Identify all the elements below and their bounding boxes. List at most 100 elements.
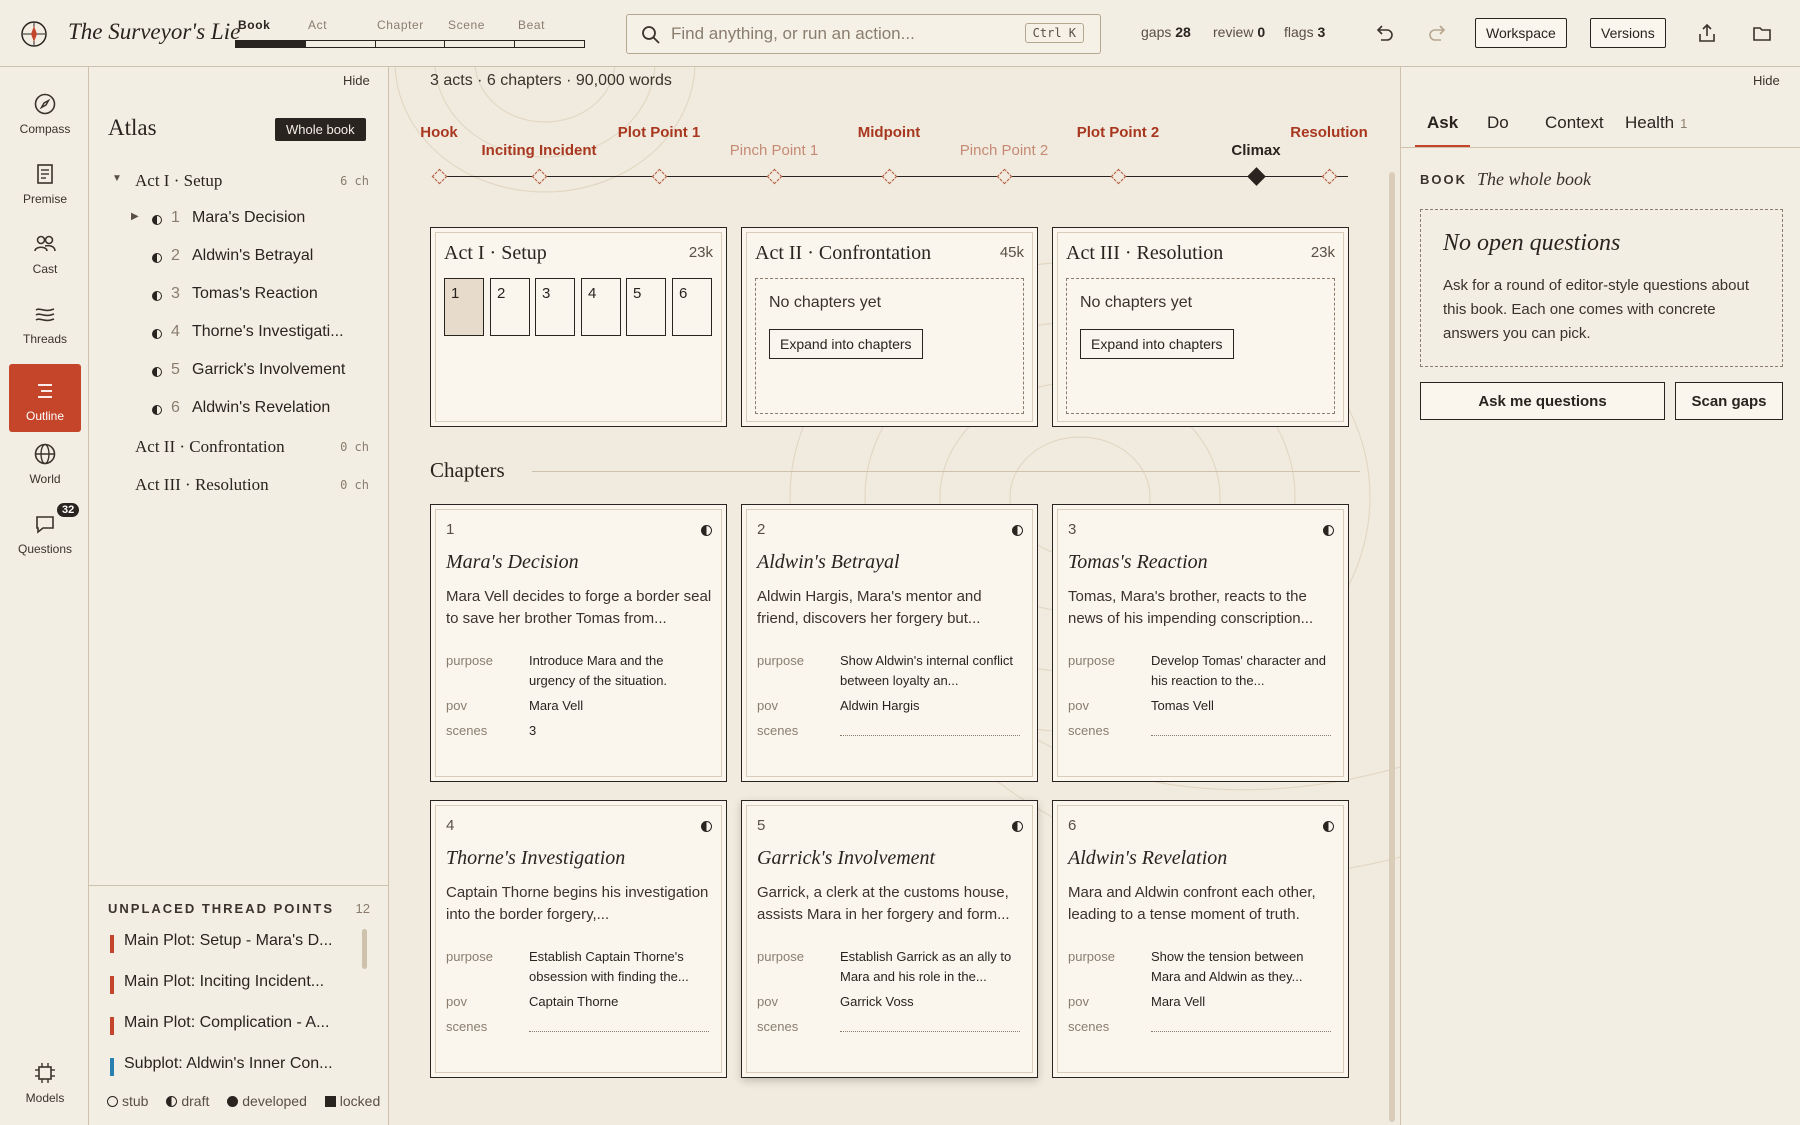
scenes-label: scenes — [446, 1019, 488, 1034]
chapter-chip[interactable]: 5 — [626, 278, 666, 336]
chapter-card-6[interactable]: 6 Aldwin's Revelation Mara and Aldwin conf… — [1052, 800, 1349, 1078]
draft-status-icon[interactable] — [701, 821, 712, 832]
rail-item-premise[interactable]: Premise — [9, 147, 81, 215]
divider — [532, 471, 1360, 472]
scenes-empty-placeholder[interactable] — [840, 1031, 1020, 1032]
tab-health[interactable]: Health 1 — [1625, 113, 1687, 133]
share-icon[interactable] — [1696, 22, 1718, 44]
tree-chapter-6[interactable]: 6 Aldwin's Revelation — [89, 393, 389, 425]
purpose-label: purpose — [446, 653, 493, 668]
hide-atlas-button[interactable]: Hide — [343, 73, 370, 88]
draft-status-icon[interactable] — [1012, 525, 1023, 536]
gaps-stat[interactable]: gaps 28 — [1141, 24, 1191, 40]
beat-label-hook[interactable]: Hook — [420, 124, 458, 141]
act-card-1[interactable]: Act I · Setup 23k 1 2 3 4 5 6 — [430, 227, 727, 427]
search-input[interactable] — [671, 22, 1011, 46]
thread-point[interactable]: Main Plot: Complication - A... — [110, 1014, 360, 1040]
expand-into-chapters-button[interactable]: Expand into chapters — [1080, 329, 1234, 359]
stub-status-icon — [107, 1096, 118, 1107]
tree-act-1[interactable]: ▼ Act I · Setup 6 ch — [89, 165, 389, 197]
beat-label-plot-point-2[interactable]: Plot Point 2 — [1077, 124, 1160, 141]
scan-gaps-button[interactable]: Scan gaps — [1675, 382, 1783, 420]
draft-status-icon[interactable] — [1012, 821, 1023, 832]
hide-panel-button[interactable]: Hide — [1753, 73, 1780, 88]
chapter-chip[interactable]: 6 — [672, 278, 712, 336]
scenes-empty-placeholder[interactable] — [840, 735, 1020, 736]
tab-ask[interactable]: Ask — [1427, 113, 1458, 133]
scope-tab-chapter[interactable]: Chapter — [377, 18, 447, 32]
purpose-value: Establish Garrick as an ally to Mara and… — [840, 949, 1012, 984]
beat-label-resolution[interactable]: Resolution — [1290, 124, 1368, 141]
chapter-card-4[interactable]: 4 Thorne's Investigation Captain Thorne be… — [430, 800, 727, 1078]
scope-tab-scene[interactable]: Scene — [448, 18, 518, 32]
scope-tab-book[interactable]: Book — [238, 18, 308, 32]
scrollbar-thumb[interactable] — [362, 929, 367, 969]
chapter-card-1[interactable]: 1 Mara's Decision Mara Vell decides to for… — [430, 504, 727, 782]
tree-act-3[interactable]: Act III · Resolution 0 ch — [89, 469, 389, 501]
scenes-empty-placeholder[interactable] — [1151, 735, 1331, 736]
rail-item-models[interactable]: Models — [9, 1047, 81, 1117]
rail-item-world[interactable]: World — [9, 427, 81, 495]
flags-stat[interactable]: flags 3 — [1284, 24, 1325, 40]
folder-icon[interactable] — [1751, 22, 1773, 44]
compass-logo-icon[interactable] — [20, 20, 48, 48]
thread-point[interactable]: Main Plot: Setup - Mara's D... — [110, 932, 360, 958]
scenes-label: scenes — [757, 723, 799, 738]
chapter-chip[interactable]: 2 — [490, 278, 530, 336]
scrollbar[interactable] — [1389, 172, 1395, 1122]
thread-point[interactable]: Subplot: Aldwin's Inner Con... — [110, 1055, 360, 1081]
tree-chapter-4[interactable]: 4 Thorne's Investigati... — [89, 317, 389, 349]
act-card-3[interactable]: Act III · Resolution 23k No chapters yet… — [1052, 227, 1349, 427]
pov-value: Mara Vell — [529, 698, 584, 713]
thread-point[interactable]: Main Plot: Inciting Incident... — [110, 973, 360, 999]
expand-into-chapters-button[interactable]: Expand into chapters — [769, 329, 923, 359]
act-card-2[interactable]: Act II · Confrontation 45k No chapters y… — [741, 227, 1038, 427]
collapse-caret-icon[interactable]: ▼ — [112, 173, 122, 184]
chapter-chip[interactable]: 1 — [444, 278, 484, 336]
tree-act-2[interactable]: Act II · Confrontation 0 ch — [89, 431, 389, 463]
tree-chapter-3[interactable]: 3 Tomas's Reaction — [89, 279, 389, 311]
review-stat[interactable]: review 0 — [1213, 24, 1265, 40]
scenes-empty-placeholder[interactable] — [529, 1031, 709, 1032]
chapter-card-5[interactable]: 5 Garrick's Involvement Garrick, a clerk a… — [741, 800, 1038, 1078]
ask-me-questions-button[interactable]: Ask me questions — [1420, 382, 1665, 420]
scenes-label: scenes — [1068, 723, 1110, 738]
workspace-button[interactable]: Workspace — [1475, 18, 1567, 48]
beat-label-midpoint[interactable]: Midpoint — [858, 124, 920, 141]
chapter-summary: Mara and Aldwin confront each other, lea… — [1068, 884, 1316, 923]
scope-slider[interactable] — [235, 40, 585, 48]
tree-chapter-5[interactable]: 5 Garrick's Involvement — [89, 355, 389, 387]
redo-icon[interactable] — [1427, 22, 1449, 44]
undo-icon[interactable] — [1373, 22, 1395, 44]
tab-context[interactable]: Context — [1545, 113, 1604, 133]
expand-caret-icon[interactable]: ▶ — [131, 211, 139, 222]
chapter-card-3[interactable]: 3 Tomas's Reaction Tomas, Mara's brother, … — [1052, 504, 1349, 782]
tree-chapter-1[interactable]: ▶ 1 Mara's Decision — [89, 203, 389, 235]
versions-button[interactable]: Versions — [1590, 18, 1666, 48]
tab-do[interactable]: Do — [1487, 113, 1509, 133]
scenes-empty-placeholder[interactable] — [1151, 1031, 1331, 1032]
command-search[interactable]: Ctrl K — [626, 14, 1101, 54]
rail-item-cast[interactable]: Cast — [9, 217, 81, 285]
act-word-count: 23k — [688, 244, 713, 261]
rail-item-threads[interactable]: Threads — [9, 287, 81, 355]
rail-item-outline[interactable]: Outline — [9, 364, 81, 432]
draft-status-icon[interactable] — [1323, 821, 1334, 832]
chapter-card-2[interactable]: 2 Aldwin's Betrayal Aldwin Hargis, Mara's … — [741, 504, 1038, 782]
draft-status-icon[interactable] — [701, 525, 712, 536]
tree-chapter-2[interactable]: 2 Aldwin's Betrayal — [89, 241, 389, 273]
thread-color-marker — [110, 1058, 114, 1076]
scope-tab-beat[interactable]: Beat — [518, 18, 588, 32]
draft-status-icon[interactable] — [1323, 525, 1334, 536]
chapter-chip[interactable]: 3 — [535, 278, 575, 336]
beat-label-pinch-point-1[interactable]: Pinch Point 1 — [730, 142, 818, 159]
beat-label-climax[interactable]: Climax — [1231, 142, 1280, 159]
rail-item-compass[interactable]: Compass — [9, 77, 81, 145]
beat-label-plot-point-1[interactable]: Plot Point 1 — [618, 124, 701, 141]
scope-tab-act[interactable]: Act — [308, 18, 378, 32]
chapter-chip[interactable]: 4 — [581, 278, 621, 336]
beat-label-pinch-point-2[interactable]: Pinch Point 2 — [960, 142, 1048, 159]
whole-book-button[interactable]: Whole book — [275, 118, 366, 141]
rail-item-questions[interactable]: Questions 32 — [9, 497, 82, 565]
beat-label-inciting-incident[interactable]: Inciting Incident — [482, 142, 597, 159]
